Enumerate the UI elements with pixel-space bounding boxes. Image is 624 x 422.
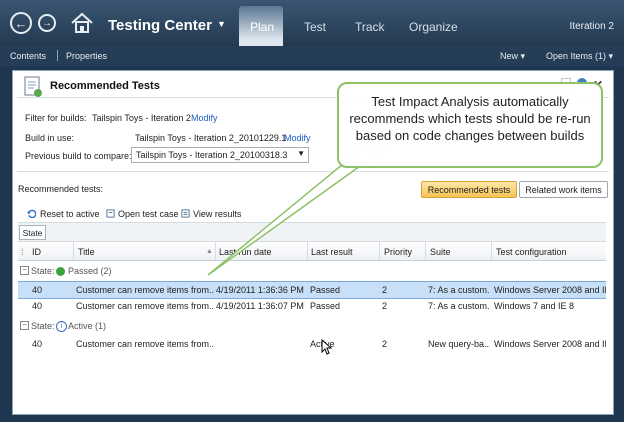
col-divider[interactable]	[425, 242, 426, 260]
top-nav-bar: ← → Testing Center ▼ Plan Test Track Org…	[0, 0, 624, 46]
cell-date: 4/19/2011 1:36:07 PM	[216, 301, 304, 311]
back-arrow-icon[interactable]: ←	[10, 12, 32, 34]
col-title[interactable]: Title	[78, 247, 95, 257]
col-divider[interactable]	[215, 242, 216, 260]
cell-title: Customer can remove items from...	[76, 339, 214, 349]
group-by-state-chip[interactable]: State	[19, 225, 46, 240]
tab-organize[interactable]: Organize	[409, 20, 458, 34]
cell-config: Windows Server 2008 and IE8	[494, 339, 606, 349]
col-test-configuration[interactable]: Test configuration	[496, 247, 567, 257]
grid-toolbar: Reset to active Open test case View resu…	[18, 206, 606, 222]
view-results-button[interactable]: View results	[193, 209, 241, 219]
cell-date: 4/19/2011 1:36:36 PM	[216, 285, 304, 295]
previous-build-label: Previous build to compare:	[25, 151, 132, 161]
sort-ascending-icon: ▲	[206, 248, 213, 255]
group-status: Passed (2)	[68, 266, 112, 276]
reset-icon	[27, 209, 36, 218]
group-header-active[interactable]: − State: i Active (1)	[18, 318, 606, 334]
chevron-down-icon: ▼	[297, 149, 305, 158]
info-icon: i	[56, 321, 67, 333]
mouse-cursor-icon	[321, 339, 333, 355]
table-row[interactable]: 40 Customer can remove items from... 4/1…	[18, 298, 606, 314]
cell-priority: 2	[382, 339, 388, 349]
panel-title: Recommended Tests	[50, 80, 160, 92]
properties-link[interactable]: Properties	[66, 51, 107, 61]
table-row[interactable]: 40 Customer can remove items from... Act…	[18, 336, 606, 352]
previous-build-combo[interactable]: Tailspin Toys - Iteration 2_20100318.3 ▼	[131, 147, 309, 163]
group-header-passed[interactable]: − State: Passed (2)	[18, 263, 606, 279]
forward-arrow-icon[interactable]: →	[38, 14, 56, 32]
previous-build-value: Tailspin Toys - Iteration 2_20100318.3	[136, 150, 288, 160]
tab-test[interactable]: Test	[304, 20, 326, 34]
document-icon	[24, 76, 42, 97]
subbar-divider	[57, 50, 58, 61]
group-by-bar: State	[18, 222, 606, 242]
sub-nav-bar: Contents Properties New ▾ Open Items (1)…	[0, 46, 624, 66]
app-title: Testing Center	[108, 17, 212, 34]
callout-bubble: Test Impact Analysis automatically recom…	[337, 82, 603, 168]
col-id[interactable]: ID	[32, 247, 41, 257]
filter-value: Tailspin Toys - Iteration 2	[92, 113, 191, 123]
contents-link[interactable]: Contents	[10, 51, 46, 61]
build-modify-link[interactable]: Modify	[284, 133, 311, 143]
cell-priority: 2	[382, 301, 388, 311]
cell-id: 40	[32, 301, 43, 311]
group-status: Active (1)	[68, 321, 107, 331]
tab-track[interactable]: Track	[355, 20, 385, 34]
col-last-run-date[interactable]: Last run date	[219, 247, 272, 257]
col-divider[interactable]	[307, 242, 308, 260]
tab-plan[interactable]: Plan	[239, 6, 283, 46]
col-divider[interactable]	[73, 242, 74, 260]
cell-id: 40	[32, 285, 43, 295]
build-label: Build in use:	[25, 133, 75, 143]
table-row[interactable]: 40 Customer can remove items from... 4/1…	[18, 281, 606, 299]
callout-text: Test Impact Analysis automatically recom…	[349, 94, 591, 143]
cell-title: Customer can remove items from...	[76, 285, 214, 295]
cell-priority: 2	[382, 285, 388, 295]
col-divider[interactable]	[491, 242, 492, 260]
passed-icon	[56, 266, 65, 277]
cell-result: Passed	[310, 285, 341, 295]
open-test-case-icon	[106, 209, 115, 218]
build-value: Tailspin Toys - Iteration 2_20101229.1	[135, 133, 287, 143]
app-window: ← → Testing Center ▼ Plan Test Track Org…	[0, 0, 624, 422]
related-work-items-button[interactable]: Related work items	[519, 181, 608, 198]
reset-to-active-button[interactable]: Reset to active	[40, 209, 100, 219]
open-items-menu[interactable]: Open Items (1) ▾	[546, 51, 613, 62]
cell-config: Windows 7 and IE 8	[494, 301, 575, 311]
col-priority[interactable]: Priority	[384, 247, 412, 257]
filter-label: Filter for builds:	[25, 113, 87, 123]
iteration-label[interactable]: Iteration 2	[570, 21, 614, 32]
cell-config: Windows Server 2008 and IE8	[494, 285, 606, 295]
new-menu[interactable]: New ▾	[500, 51, 525, 62]
col-divider[interactable]	[379, 242, 380, 260]
grid-header: ⁞ ID Title ▲ Last run date Last result P…	[18, 242, 606, 261]
cell-suite: 7: As a custom...	[428, 301, 490, 311]
collapse-icon[interactable]: −	[20, 266, 29, 275]
col-suite[interactable]: Suite	[430, 247, 451, 257]
open-test-case-button[interactable]: Open test case	[118, 209, 179, 219]
cell-suite: New query-ba...	[428, 339, 490, 349]
filter-modify-link[interactable]: Modify	[191, 113, 218, 123]
recommended-tests-button[interactable]: Recommended tests	[421, 181, 517, 198]
cell-id: 40	[32, 339, 43, 349]
cell-result: Passed	[310, 301, 341, 311]
col-last-result[interactable]: Last result	[311, 247, 353, 257]
group-label: State:	[31, 321, 55, 331]
recommended-tests-label: Recommended tests:	[18, 184, 104, 194]
tab-plan-label: Plan	[250, 20, 275, 34]
col-drag-icon: ⁞	[21, 247, 24, 257]
app-dropdown-icon[interactable]: ▼	[217, 19, 226, 29]
cell-suite: 7: As a custom...	[428, 285, 490, 295]
collapse-icon[interactable]: −	[20, 321, 29, 330]
home-icon[interactable]	[70, 12, 94, 34]
divider	[17, 171, 609, 172]
view-results-icon	[181, 209, 190, 218]
cell-title: Customer can remove items from...	[76, 301, 214, 311]
group-label: State:	[31, 266, 55, 276]
